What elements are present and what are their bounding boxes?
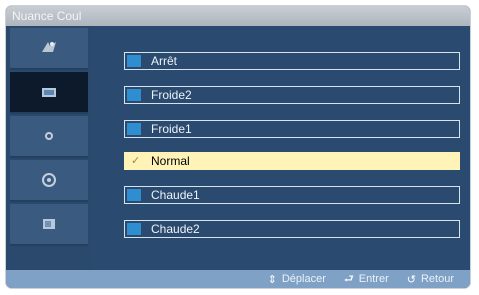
sidebar-item-input[interactable] — [10, 204, 88, 246]
option-label: Froide2 — [151, 88, 192, 102]
osd-menu: Nuance Coul Arrêt Froide2 Froide1 ✓ Norm… — [6, 6, 470, 288]
sidebar — [6, 26, 92, 270]
sidebar-item-setup[interactable] — [10, 160, 88, 202]
option-label: Normal — [151, 154, 190, 168]
hint-enter-label: Entrer — [358, 273, 389, 285]
picture-icon — [42, 42, 56, 52]
hint-return-label: Retour — [420, 273, 454, 285]
input-icon — [43, 219, 55, 229]
option-label: Chaude2 — [151, 222, 200, 236]
menu-title: Nuance Coul — [6, 6, 470, 26]
sidebar-item-sound[interactable] — [10, 116, 88, 158]
option-froide2[interactable]: Froide2 — [124, 86, 460, 104]
tv-icon — [42, 88, 56, 97]
option-label: Chaude1 — [151, 188, 200, 202]
option-label: Froide1 — [151, 122, 192, 136]
hint-enter: ⮐ Entrer — [344, 270, 389, 289]
footer-hints: ⇕ Déplacer ⮐ Entrer ↺ Retour — [6, 270, 470, 288]
sidebar-item-tv[interactable] — [10, 72, 88, 114]
hint-return: ↺ Retour — [407, 273, 454, 286]
sound-icon — [45, 132, 53, 140]
option-marker — [127, 89, 141, 101]
option-marker — [127, 189, 141, 201]
move-arrows-icon: ⇕ — [267, 273, 277, 286]
enter-icon: ⮐ — [343, 272, 354, 285]
option-marker — [127, 223, 141, 235]
option-chaude2[interactable]: Chaude2 — [124, 220, 460, 238]
option-normal[interactable]: ✓ Normal — [124, 152, 460, 170]
options-list: Arrêt Froide2 Froide1 ✓ Normal Chaude1 C… — [92, 26, 470, 270]
hint-move: ⇕ Déplacer — [268, 273, 326, 286]
option-label: Arrêt — [151, 54, 178, 68]
setup-icon — [42, 173, 56, 187]
option-marker — [127, 55, 141, 67]
option-froide1[interactable]: Froide1 — [124, 120, 460, 138]
return-icon: ↺ — [406, 273, 416, 286]
option-chaude1[interactable]: Chaude1 — [124, 186, 460, 204]
hint-move-label: Déplacer — [281, 273, 326, 285]
option-arret[interactable]: Arrêt — [124, 52, 460, 70]
option-marker — [127, 123, 141, 135]
check-icon: ✓ — [131, 155, 141, 167]
sidebar-item-picture[interactable] — [10, 28, 88, 70]
